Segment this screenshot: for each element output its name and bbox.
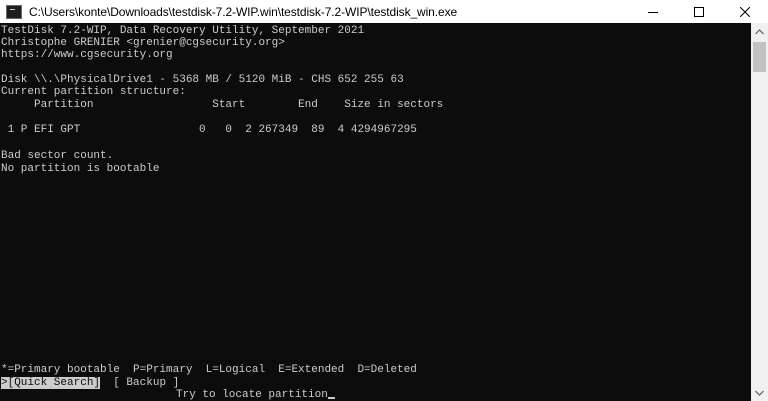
chevron-up-icon [755,28,764,34]
header-line-website: https://www.cgsecurity.org [1,49,173,61]
scroll-up-button[interactable] [751,23,768,40]
terminal-area[interactable]: TestDisk 7.2-WIP, Data Recovery Utility,… [0,23,751,401]
partition-row: 1 P EFI GPT 0 0 2 267349 89 4 4294967295 [1,124,417,136]
status-message: No partition is bootable [1,163,160,175]
console-app-icon [6,4,22,19]
partition-table-header: Partition Start End Size in sectors [1,99,444,111]
backup-option[interactable]: [ Backup ] [113,377,179,389]
maximize-button[interactable] [676,0,722,23]
quick-search-option[interactable]: >[Quick Search] [1,377,101,389]
minimize-icon [648,11,658,13]
partition-structure-label: Current partition structure: [1,86,186,98]
close-icon [740,6,750,17]
close-button[interactable] [722,0,768,23]
menu-line: >[Quick Search] [ Backup ] [1,377,179,390]
title-bar[interactable]: C:\Users\konte\Downloads\testdisk-7.2-WI… [0,0,768,23]
window-controls [630,0,768,23]
status-message: Bad sector count. [1,150,114,162]
window-title: C:\Users\konte\Downloads\testdisk-7.2-WI… [29,4,458,19]
console-window: C:\Users\konte\Downloads\testdisk-7.2-WI… [0,0,768,401]
hint-line: Try to locate partition [176,389,335,401]
hint-text: Try to locate partition [176,389,328,401]
scrollbar-thumb[interactable] [753,42,766,72]
minimize-button[interactable] [630,0,676,23]
partition-type-legend: *=Primary bootable P=Primary L=Logical E… [1,364,417,376]
chevron-down-icon [755,390,764,396]
scroll-down-button[interactable] [751,384,768,401]
maximize-icon [694,6,704,17]
text-cursor [327,397,335,399]
vertical-scrollbar[interactable] [751,23,768,401]
